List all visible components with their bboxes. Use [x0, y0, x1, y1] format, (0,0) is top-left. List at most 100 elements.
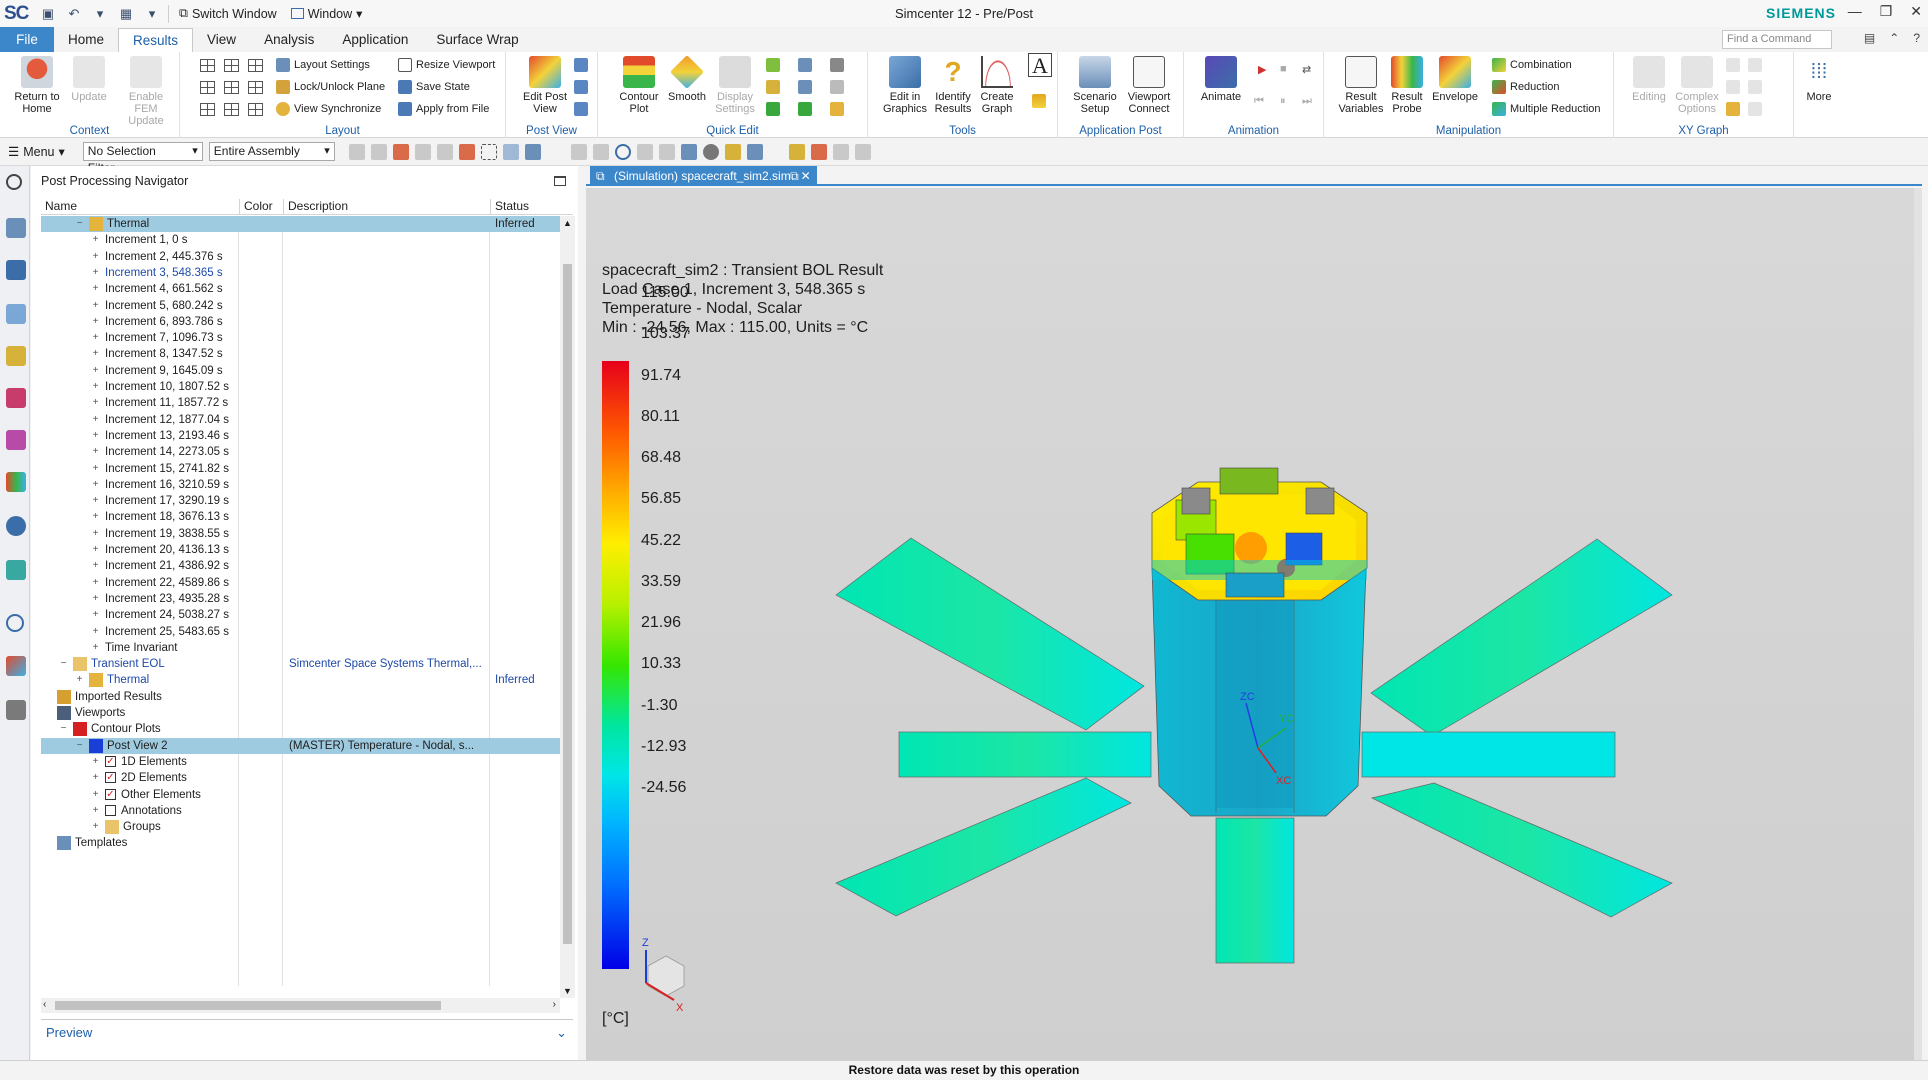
snap-icon[interactable] [370, 143, 387, 160]
library-icon[interactable] [6, 472, 26, 492]
layout-9-button[interactable] [248, 100, 263, 118]
edit-in-graphics-button[interactable]: Edit in Graphics [880, 56, 930, 115]
layout-2-button[interactable] [224, 56, 239, 74]
step-back-button[interactable]: ⏮ [1254, 92, 1264, 110]
navigator-horizontal-scrollbar[interactable]: ‹ › [41, 998, 560, 1013]
tree-item-thermal-eol[interactable]: + Thermal Inferred [41, 672, 563, 688]
quick-edit-small-2[interactable] [766, 78, 780, 96]
expand-icon[interactable]: + [91, 365, 100, 376]
simulation-navigator-icon[interactable] [6, 304, 26, 324]
tree-item-increment[interactable]: + Increment 6, 893.786 s [41, 314, 563, 330]
spacecraft-model[interactable]: ZC YC XC Z X [586, 188, 1922, 1060]
multiple-reduction-button[interactable]: Multiple Reduction [1492, 100, 1601, 118]
tree-item-elements[interactable]: + ✓ Other Elements [41, 787, 563, 803]
shading-icon[interactable] [702, 143, 719, 160]
tree-item-thermal[interactable]: − Thermal Inferred [41, 216, 563, 232]
scrollbar-thumb[interactable] [563, 264, 572, 944]
expand-icon[interactable]: + [91, 642, 100, 653]
solar-panel[interactable] [1215, 817, 1295, 964]
tree-item-post-view-2[interactable]: − Post View 2 (MASTER) Temperature - Nodal… [41, 737, 563, 754]
graphics-scrollbar[interactable] [1914, 188, 1922, 1060]
stop-button[interactable]: ■ [1280, 60, 1287, 78]
more-grid-icon[interactable] [854, 143, 871, 160]
result-variables-button[interactable]: Result Variables [1336, 56, 1386, 115]
combination-button[interactable]: Combination [1492, 56, 1572, 74]
grid-icon[interactable] [832, 143, 849, 160]
tree-item-increment[interactable]: + Increment 7, 1096.73 s [41, 330, 563, 346]
close-tab-icon[interactable]: ✕ [801, 166, 811, 186]
layout-4-button[interactable] [200, 78, 215, 96]
switch-window-button[interactable]: ⧉ Switch Window [175, 6, 281, 21]
expand-icon[interactable]: + [91, 593, 100, 604]
tree-item-templates[interactable]: Templates [41, 835, 563, 851]
part-navigator-icon[interactable] [6, 218, 26, 238]
selection-filter-dropdown[interactable]: No Selection Filter [82, 142, 203, 175]
expand-icon[interactable]: + [91, 251, 100, 262]
pop-out-icon[interactable]: ⧉ [790, 166, 799, 186]
quick-edit-small-7[interactable] [830, 56, 844, 74]
tree-item-elements[interactable]: + ✓ 1D Elements [41, 754, 563, 770]
tree-item-increment[interactable]: + Increment 8, 1347.52 s [41, 346, 563, 362]
collapse-icon[interactable]: − [59, 724, 68, 734]
xy-small-1[interactable] [1726, 56, 1740, 74]
solar-panel[interactable] [1361, 731, 1616, 778]
quick-edit-small-8[interactable] [830, 78, 844, 96]
expand-icon[interactable]: + [91, 235, 100, 245]
window-menu-button[interactable]: Window ▾ [287, 6, 367, 21]
scenario-setup-button[interactable]: Scenario Setup [1070, 56, 1120, 115]
collapse-icon[interactable]: − [75, 219, 84, 229]
collapse-icon[interactable]: − [59, 659, 68, 669]
checked-checkbox-icon[interactable]: ✓ [105, 755, 116, 767]
checked-checkbox-icon[interactable]: ✓ [105, 788, 116, 800]
layout-1-button[interactable] [200, 56, 215, 74]
expand-icon[interactable]: + [91, 561, 100, 571]
window-layout-icon[interactable]: ▦ [116, 4, 136, 24]
expand-icon[interactable]: + [91, 610, 100, 620]
layout-6-button[interactable] [248, 78, 263, 96]
solar-panel[interactable] [1370, 538, 1673, 737]
unchecked-checkbox-icon[interactable] [105, 804, 116, 816]
text-annotation-button[interactable]: A [1028, 53, 1052, 78]
color-bar-button[interactable] [1032, 92, 1046, 110]
tab-surface-wrap[interactable]: Surface Wrap [422, 28, 532, 52]
expand-icon[interactable]: + [91, 398, 100, 408]
reduction-button[interactable]: Reduction [1492, 78, 1560, 96]
quick-edit-small-5[interactable] [798, 78, 812, 96]
settings-icon[interactable] [6, 174, 22, 190]
expand-icon[interactable]: + [91, 479, 100, 490]
loop-button[interactable]: ⇄ [1302, 60, 1311, 78]
constraint-icon[interactable] [6, 388, 26, 408]
tree-item-increment[interactable]: + Increment 4, 661.562 s [41, 281, 563, 297]
quick-edit-small-3[interactable] [766, 100, 780, 118]
expand-icon[interactable]: + [91, 789, 100, 800]
tree-item-increment[interactable]: + Increment 23, 4935.28 s [41, 591, 563, 607]
expand-icon[interactable]: + [75, 675, 84, 685]
tree-item-viewports[interactable]: Viewports [41, 705, 563, 721]
expand-icon[interactable]: + [91, 545, 100, 555]
expand-icon[interactable]: + [91, 267, 100, 278]
loads-icon[interactable] [6, 430, 26, 450]
tree-item-elements[interactable]: + ✓ 2D Elements [41, 770, 563, 786]
tree-item-elements[interactable]: + Annotations [41, 803, 563, 819]
target-icon[interactable] [458, 143, 475, 160]
scroll-down-icon[interactable]: ▼ [563, 986, 572, 996]
tree-item-increment[interactable]: + Increment 10, 1807.52 s [41, 379, 563, 395]
post-view-small-3[interactable] [574, 100, 588, 118]
tab-home[interactable]: Home [54, 28, 118, 52]
help-icon[interactable]: ? [1913, 31, 1920, 45]
expand-icon[interactable]: + [91, 805, 100, 816]
scroll-right-icon[interactable]: › [553, 999, 556, 1010]
tree-item-increment[interactable]: + Increment 12, 1877.04 s [41, 412, 563, 428]
tree-item-time-invariant[interactable]: + Time Invariant [41, 640, 563, 656]
move-icon[interactable] [414, 143, 431, 160]
scroll-up-icon[interactable]: ▲ [563, 218, 572, 228]
tree-item-increment[interactable]: + Increment 18, 3676.13 s [41, 509, 563, 525]
collapse-icon[interactable]: − [75, 740, 84, 751]
tree-item-increment[interactable]: + Increment 11, 1857.72 s [41, 395, 563, 411]
expand-icon[interactable]: + [91, 756, 100, 767]
editing-button[interactable]: Editing [1624, 56, 1674, 103]
minimize-icon[interactable]: — [1848, 3, 1862, 20]
assembly-icon[interactable] [6, 346, 26, 366]
edit-post-view-button[interactable]: Edit Post View [520, 56, 570, 115]
quick-edit-small-6[interactable] [798, 100, 812, 118]
